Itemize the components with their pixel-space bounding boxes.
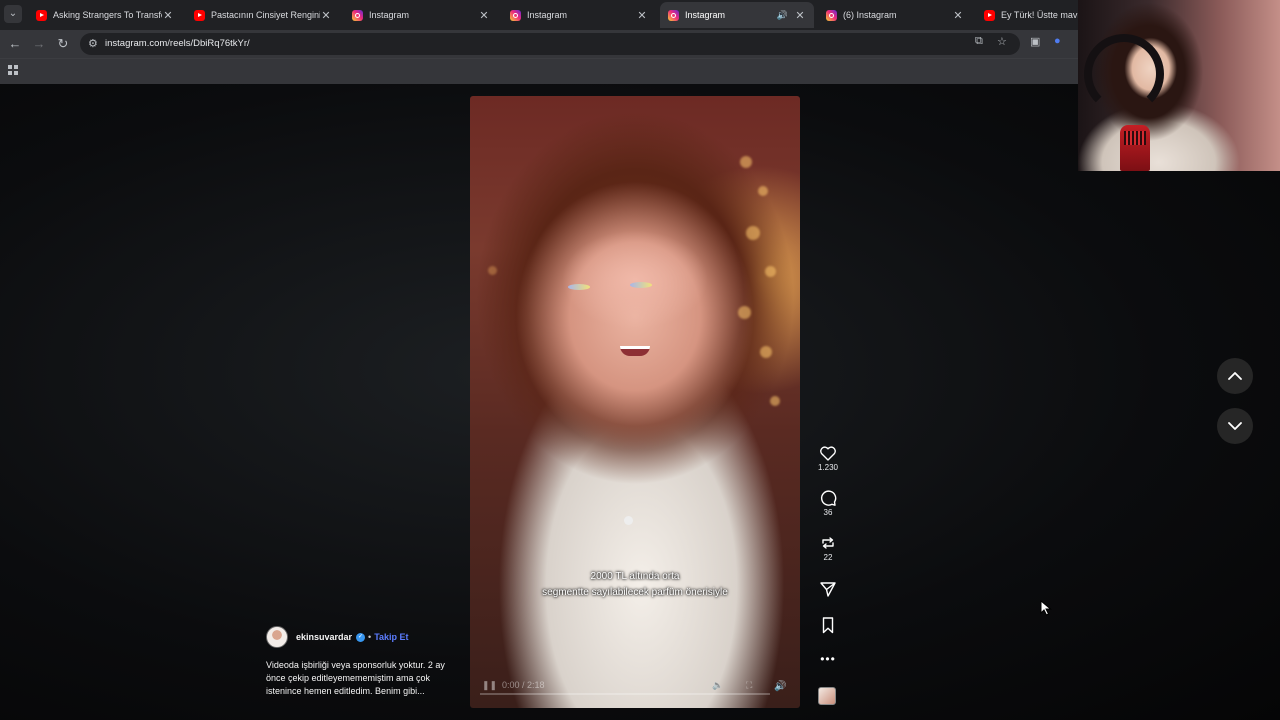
tab-title: Asking Strangers To Transform xyxy=(53,10,162,20)
time-display: 0:00 / 2:18 xyxy=(502,680,545,690)
close-icon[interactable]: ✕ xyxy=(162,9,174,22)
bookmark-star-icon[interactable]: ☆ xyxy=(997,35,1007,48)
youtube-icon xyxy=(194,9,205,21)
follow-button[interactable]: Takip Et xyxy=(374,632,408,642)
close-icon[interactable]: ✕ xyxy=(478,9,490,22)
youtube-icon xyxy=(984,9,995,21)
reel-caption[interactable]: Videoda işbirliği veya sponsorluk yoktur… xyxy=(266,659,451,698)
next-reel-button[interactable] xyxy=(1217,408,1253,444)
reel-author: ekinsuvardar ✓ • Takip Et xyxy=(266,625,409,649)
back-icon[interactable]: ← xyxy=(7,36,23,52)
chevron-down-icon xyxy=(1228,422,1242,430)
comment-count: 36 xyxy=(823,508,833,517)
video-controls: ❚❚ 0:00 / 2:18 🔈 ⛶ xyxy=(470,666,800,696)
comment-button[interactable]: 36 xyxy=(813,489,843,517)
tab-youtube-1[interactable]: Asking Strangers To Transform ✕ xyxy=(28,2,182,28)
comment-icon[interactable] xyxy=(813,489,843,507)
instagram-icon xyxy=(510,9,521,21)
bokeh-light xyxy=(746,226,760,240)
bokeh-light xyxy=(738,306,751,319)
tab-title: (6) Instagram xyxy=(843,10,897,20)
repost-button[interactable]: 22 xyxy=(813,534,843,562)
close-icon[interactable]: ✕ xyxy=(794,9,806,22)
youtube-icon xyxy=(36,9,47,21)
bokeh-light xyxy=(765,266,776,277)
pause-icon[interactable]: ❚❚ xyxy=(482,680,497,691)
speaker-icon[interactable]: 🔊 xyxy=(777,10,788,21)
tab-instagram-active[interactable]: Instagram 🔊 ✕ xyxy=(660,2,814,28)
like-count: 1.230 xyxy=(817,463,839,472)
url-text: instagram.com/reels/DbiRq76tkYr/ xyxy=(105,38,250,49)
bokeh-light xyxy=(488,266,497,275)
eyeshadow-right xyxy=(630,282,652,288)
more-icon[interactable]: ••• xyxy=(820,652,836,666)
close-icon[interactable]: ✕ xyxy=(320,9,332,22)
subtitle-line-2: segmentte sayılabilecek parfüm önerisiyl… xyxy=(542,587,728,598)
headphones xyxy=(1084,34,1164,114)
volume-icon[interactable]: 🔈 xyxy=(712,680,723,691)
profile-icon[interactable]: ● xyxy=(1054,35,1061,47)
subtitle-line-1: 2000 TL altında orta xyxy=(590,571,680,582)
original-audio-thumbnail[interactable] xyxy=(818,687,836,705)
send-icon[interactable] xyxy=(813,580,843,598)
save-button[interactable] xyxy=(813,616,843,634)
smile xyxy=(620,346,650,356)
repost-count: 22 xyxy=(823,553,833,562)
tab-youtube-3[interactable]: Ey Türk! Üstte mavi gök xyxy=(976,2,1080,28)
repost-icon[interactable] xyxy=(813,534,843,552)
close-icon[interactable]: ✕ xyxy=(636,9,648,22)
verified-badge-icon: ✓ xyxy=(356,632,366,642)
bokeh-light xyxy=(760,346,772,358)
heart-icon[interactable] xyxy=(813,444,843,462)
bokeh-light xyxy=(740,156,752,168)
chevron-up-icon xyxy=(1228,372,1242,380)
eyeshadow-left xyxy=(568,284,590,290)
install-app-icon[interactable]: ⧉ xyxy=(975,35,983,48)
bokeh-light xyxy=(758,186,768,196)
tab-youtube-2[interactable]: Pastacının Cinsiyet Rengini Karı ✕ xyxy=(186,2,340,28)
separator-dot: • xyxy=(368,632,372,642)
webcam-overlay xyxy=(1078,0,1280,171)
tab-title: Instagram xyxy=(685,10,726,20)
tab-search-button[interactable]: ⌄ xyxy=(4,5,22,23)
tab-title: Pastacının Cinsiyet Rengini Karı xyxy=(211,10,320,20)
address-bar[interactable]: ⚙ instagram.com/reels/DbiRq76tkYr/ xyxy=(80,33,1020,55)
bokeh-light xyxy=(770,396,780,406)
video-progress-bar[interactable] xyxy=(480,693,770,695)
share-button[interactable] xyxy=(813,580,843,598)
bookmark-icon[interactable] xyxy=(813,616,843,634)
apps-grid-icon[interactable] xyxy=(8,65,18,75)
close-icon[interactable]: ✕ xyxy=(952,9,964,22)
avatar[interactable] xyxy=(266,626,288,648)
speaker-icon[interactable]: 🔊 xyxy=(774,681,786,692)
instagram-icon xyxy=(352,9,363,21)
tab-instagram-1[interactable]: Instagram ✕ xyxy=(344,2,498,28)
site-info-icon[interactable]: ⚙ xyxy=(88,37,98,50)
fullscreen-icon[interactable]: ⛶ xyxy=(746,680,752,691)
more-options-button[interactable]: ••• xyxy=(813,652,843,666)
tab-instagram-2[interactable]: Instagram ✕ xyxy=(502,2,656,28)
tab-instagram-3[interactable]: (6) Instagram ✕ xyxy=(818,2,972,28)
tab-title: Instagram xyxy=(527,10,568,20)
reel-video[interactable]: 2000 TL altında orta segmentte sayılabil… xyxy=(470,96,800,708)
reload-icon[interactable]: ↻ xyxy=(55,36,71,52)
extensions-icon[interactable]: ▣ xyxy=(1030,35,1040,48)
tab-title: Instagram xyxy=(369,10,410,20)
necklace-pendant xyxy=(624,516,633,525)
forward-icon[interactable]: → xyxy=(31,36,47,52)
previous-reel-button[interactable] xyxy=(1217,358,1253,394)
instagram-icon xyxy=(668,9,679,21)
reels-page: 2000 TL altında orta segmentte sayılabil… xyxy=(0,84,1280,720)
like-button[interactable]: 1.230 xyxy=(813,444,843,472)
author-username[interactable]: ekinsuvardar xyxy=(296,632,352,642)
mouse-cursor-icon xyxy=(1040,600,1052,616)
instagram-icon xyxy=(826,9,837,21)
microphone xyxy=(1120,125,1150,171)
tab-title: Ey Türk! Üstte mavi gök xyxy=(1001,10,1080,20)
